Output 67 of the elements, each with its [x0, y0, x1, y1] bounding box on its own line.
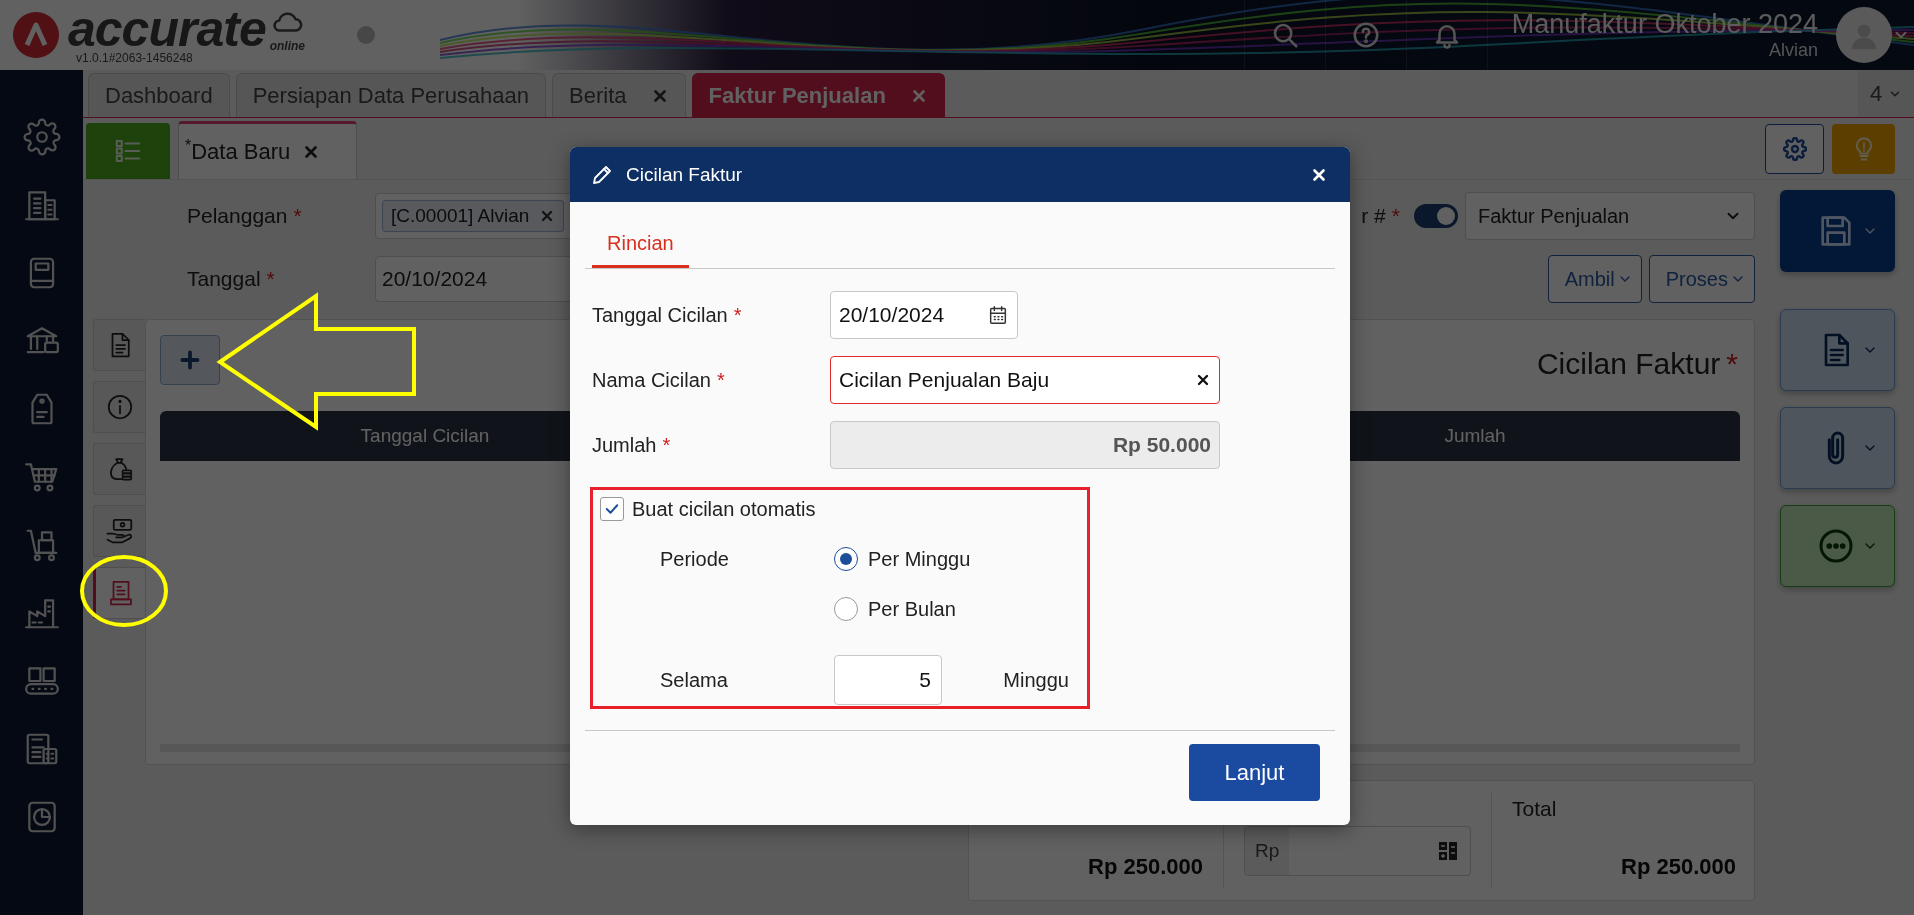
side-tab[interactable]: [93, 567, 145, 619]
dropdown-button[interactable]: Ambil: [1547, 255, 1642, 303]
calendar-icon[interactable]: [987, 304, 1009, 326]
name-field[interactable]: Cicilan Penjualan Baju: [830, 356, 1220, 404]
radio-label: Per Minggu: [868, 547, 971, 571]
save-button[interactable]: [1780, 190, 1895, 272]
date-field[interactable]: 20/10/2024: [830, 291, 1018, 339]
column-header: Jumlah: [1444, 425, 1506, 447]
unit-label: Minggu: [1003, 668, 1070, 692]
field-label: Nama Cicilan *: [591, 368, 726, 392]
tab[interactable]: $^{*}$Data Baru: [178, 121, 357, 179]
settings-icon: [1782, 136, 1807, 161]
tab[interactable]: Persiapan Data Perusahaan: [235, 73, 547, 117]
tab[interactable]: Faktur Penjualan: [691, 73, 945, 117]
field-label: r # *: [1361, 204, 1400, 228]
calculator-icon[interactable]: [1436, 839, 1460, 863]
subtotal-amount: Rp 250.000: [1088, 854, 1203, 880]
logo-text: accurate: [68, 7, 266, 51]
continue-button[interactable]: Lanjut: [1189, 744, 1320, 801]
avatar[interactable]: [1836, 7, 1892, 63]
discount-field[interactable]: Rp: [1244, 826, 1471, 876]
total-amount: Rp 250.000: [1621, 854, 1736, 880]
status-dot: [357, 26, 376, 44]
logo-icon: [12, 11, 60, 59]
clear-icon[interactable]: [1195, 372, 1211, 388]
currency-prefix: Rp: [1245, 827, 1290, 875]
tips-button[interactable]: [1832, 123, 1895, 174]
radio-label: Per Bulan: [868, 597, 956, 621]
side-tab[interactable]: [93, 381, 145, 433]
side-tab[interactable]: [93, 443, 145, 495]
add-button[interactable]: [160, 335, 220, 385]
list-view-button[interactable]: [86, 123, 170, 179]
tab-count-button[interactable]: 4: [1858, 70, 1914, 117]
radio-button[interactable]: [834, 547, 858, 571]
customer-tag[interactable]: [C.00001] Alvian: [382, 200, 565, 232]
field-label: Periode: [660, 547, 730, 571]
field-label: Pelanggan *: [187, 204, 303, 228]
tab[interactable]: Dashboard: [88, 73, 230, 117]
settings-icon[interactable]: [22, 118, 61, 156]
checkbox[interactable]: [600, 497, 624, 521]
user-name: Alvian: [1768, 40, 1818, 61]
field-label: Selama: [660, 668, 729, 692]
dialog-title: Cicilan Faktur: [626, 163, 743, 186]
tab[interactable]: Rincian: [592, 224, 689, 268]
duration-field[interactable]: 5: [834, 655, 942, 705]
edition-label: online: [269, 39, 306, 53]
more-button[interactable]: [1780, 505, 1895, 587]
settings-button[interactable]: [1765, 123, 1824, 174]
checkbox-label: Buat cicilan otomatis: [632, 497, 816, 521]
version-label: v1.0.1#2063-1456248: [76, 51, 194, 65]
total-label: Total: [1512, 797, 1558, 821]
field-label: Tanggal Cicilan *: [591, 303, 743, 327]
radio-button[interactable]: [834, 597, 858, 621]
field-label: Tanggal *: [187, 267, 276, 291]
cash-hand-icon: [104, 516, 135, 546]
attachment-button[interactable]: [1780, 407, 1895, 489]
dropdown-button[interactable]: Proses: [1648, 255, 1755, 303]
print-button[interactable]: [1780, 309, 1895, 391]
field-label: Jumlah *: [591, 433, 672, 457]
tab[interactable]: Berita: [552, 73, 686, 117]
toggle-switch[interactable]: [1414, 204, 1458, 228]
column-header: Tanggal Cicilan: [360, 425, 490, 447]
amount-field: Rp 50.000: [830, 421, 1220, 469]
panel-title: Cicilan Faktur *: [1536, 347, 1738, 381]
invoice-type-select[interactable]: Faktur Penjualan: [1465, 192, 1755, 240]
side-tab[interactable]: [93, 319, 145, 371]
side-tab[interactable]: [93, 505, 145, 557]
